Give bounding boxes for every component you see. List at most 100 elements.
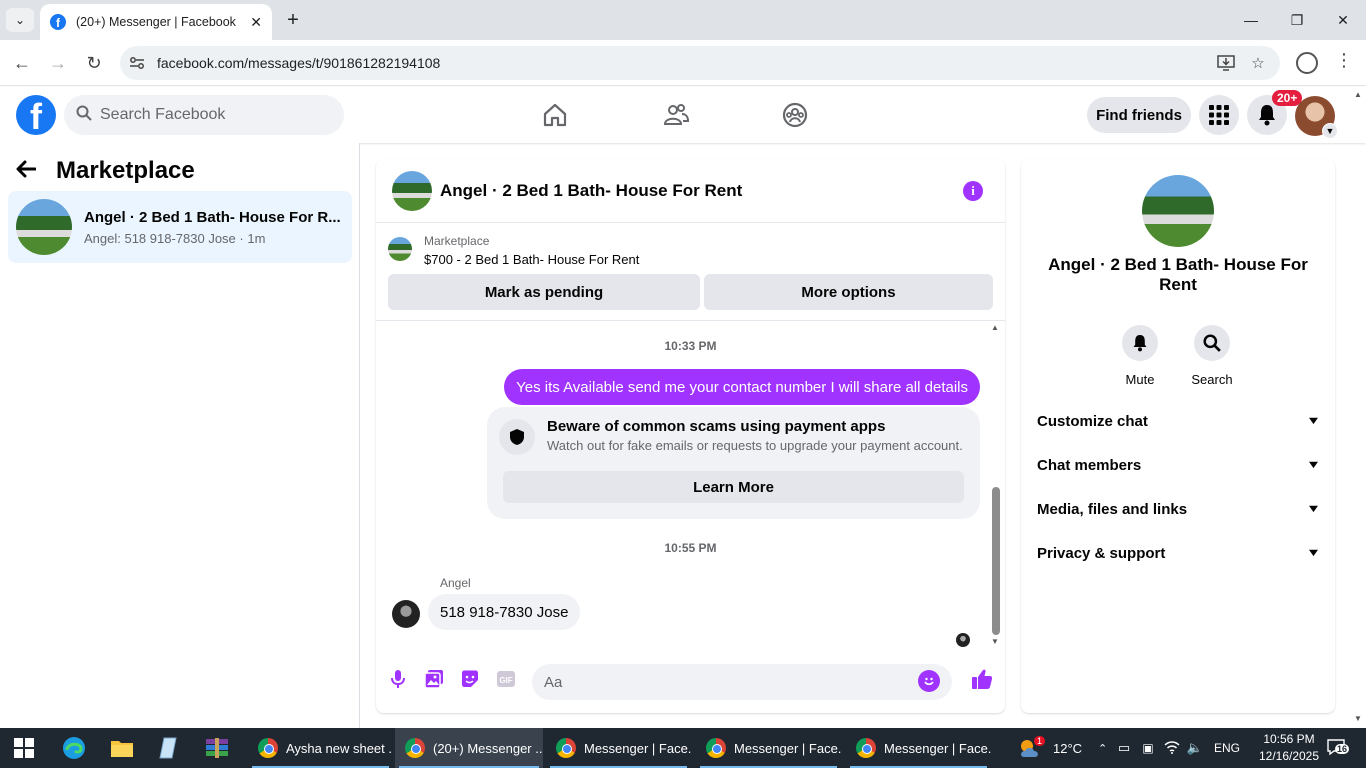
chevron-down-icon[interactable]: ▼ — [1322, 123, 1338, 139]
facebook-logo-icon[interactable]: f — [16, 95, 56, 135]
learn-more-button[interactable]: Learn More — [503, 471, 964, 503]
new-tab-button[interactable]: + — [282, 8, 304, 32]
conversation-list-item[interactable]: Angel · 2 Bed 1 Bath- House For R... Ang… — [8, 191, 352, 263]
notepad-app-icon[interactable] — [155, 734, 183, 762]
friends-icon[interactable] — [662, 101, 690, 129]
tab-close-icon[interactable]: ✕ — [250, 14, 262, 31]
windows-start-icon[interactable] — [14, 738, 34, 758]
facebook-search[interactable] — [64, 95, 344, 135]
media-files-links-section[interactable]: Media, files and links ▼ — [1037, 497, 1321, 521]
reload-button[interactable]: ↻ — [82, 51, 106, 75]
chat-title[interactable]: Angel · 2 Bed 1 Bath- House For Rent — [440, 181, 742, 201]
thumbs-up-icon[interactable] — [970, 667, 994, 691]
taskbar-app-chrome-5[interactable]: Messenger | Face... — [846, 728, 991, 768]
wifi-icon[interactable] — [1160, 740, 1184, 757]
emoji-icon[interactable] — [918, 670, 940, 692]
chevron-down-icon: ▼ — [1305, 459, 1322, 471]
details-name: Angel · 2 Bed 1 Bath- House For Rent — [1048, 255, 1308, 294]
minimize-button[interactable]: — — [1236, 8, 1266, 32]
scroll-down-arrow[interactable]: ▼ — [990, 637, 1000, 646]
address-bar[interactable]: facebook.com/messages/t/901861282194108 … — [120, 46, 1280, 80]
site-settings-icon[interactable] — [128, 54, 146, 72]
page-scroll-up-arrow[interactable]: ▲ — [1354, 90, 1362, 99]
taskbar-clock[interactable]: 10:56 PM 12/16/2025 — [1254, 731, 1324, 765]
incoming-message[interactable]: 518 918-7830 Jose — [428, 594, 581, 630]
meet-now-icon[interactable]: ▣ — [1136, 741, 1160, 755]
more-options-button[interactable]: More options — [704, 274, 993, 310]
warning-title: Beware of common scams using payment app… — [547, 418, 886, 435]
chat-header: Angel · 2 Bed 1 Bath- House For Rent i — [376, 159, 1005, 223]
clock-time: 10:56 PM — [1263, 732, 1315, 746]
marketplace-inbox-panel: Marketplace Angel · 2 Bed 1 Bath- House … — [0, 143, 360, 728]
account-avatar[interactable]: ▼ — [1295, 96, 1338, 139]
tab-search-button[interactable]: ⌄ — [6, 8, 34, 32]
file-explorer-icon[interactable] — [108, 734, 136, 762]
chat-avatar[interactable] — [392, 170, 432, 211]
chrome-icon — [405, 738, 425, 758]
taskbar-app-chrome-3[interactable]: Messenger | Face... — [546, 728, 691, 768]
facebook-search-input[interactable] — [100, 106, 320, 124]
back-arrow-icon[interactable] — [16, 158, 46, 184]
microphone-icon[interactable] — [386, 667, 410, 691]
weather-widget[interactable]: 1 12°C — [1018, 728, 1082, 768]
chat-panel: Angel · 2 Bed 1 Bath- House For Rent i M… — [376, 159, 1005, 713]
home-icon[interactable] — [541, 101, 569, 129]
groups-icon[interactable] — [781, 101, 809, 129]
warning-text: Watch out for fake emails or requests to… — [547, 438, 963, 453]
install-app-icon[interactable] — [1216, 54, 1236, 72]
chrome-icon — [258, 738, 278, 758]
taskbar-app-chrome-4[interactable]: Messenger | Face... — [696, 728, 841, 768]
privacy-support-section[interactable]: Privacy & support ▼ — [1037, 541, 1321, 565]
chat-members-section[interactable]: Chat members ▼ — [1037, 453, 1322, 477]
winrar-icon[interactable] — [203, 734, 231, 762]
gif-icon[interactable]: GIF — [494, 667, 518, 691]
mute-button[interactable]: Mute — [1110, 325, 1170, 387]
shield-icon — [499, 419, 535, 455]
chevron-down-icon: ▼ — [1305, 415, 1322, 427]
weather-badge: 1 — [1034, 736, 1046, 746]
language-indicator[interactable]: ENG — [1214, 741, 1240, 755]
notification-center-icon[interactable]: 16 — [1326, 738, 1350, 758]
scroll-up-arrow[interactable]: ▲ — [990, 323, 1000, 332]
page-scroll-down-arrow[interactable]: ▼ — [1354, 714, 1362, 723]
taskbar-app-chrome-2[interactable]: (20+) Messenger ... — [395, 728, 543, 768]
listing-title[interactable]: $700 - 2 Bed 1 Bath- House For Rent — [424, 252, 639, 267]
listing-thumbnail — [16, 199, 72, 255]
chrome-icon — [856, 738, 876, 758]
browser-menu-icon[interactable]: ⋮ — [1334, 50, 1354, 74]
forward-button[interactable]: → — [46, 51, 70, 75]
menu-grid-button[interactable] — [1199, 95, 1239, 135]
bell-icon — [1259, 105, 1275, 126]
sender-avatar[interactable] — [392, 600, 420, 628]
browser-tab-active[interactable]: f (20+) Messenger | Facebook ✕ — [40, 4, 272, 40]
svg-text:GIF: GIF — [499, 676, 512, 685]
taskbar-app-chrome-1[interactable]: Aysha new sheet ... — [248, 728, 393, 768]
volume-icon[interactable]: 🔈 — [1184, 740, 1206, 756]
edge-browser-icon[interactable] — [60, 734, 88, 762]
outgoing-message[interactable]: Yes its Available send me your contact n… — [504, 369, 980, 405]
message-input[interactable] — [544, 673, 904, 691]
battery-icon[interactable]: ▭ — [1112, 740, 1136, 756]
photo-icon[interactable] — [422, 667, 446, 691]
customize-chat-section[interactable]: Customize chat ▼ — [1037, 409, 1322, 433]
browser-tab-strip: ⌄ f (20+) Messenger | Facebook ✕ + — ❐ ✕ — [0, 0, 1366, 40]
seen-receipt-avatar — [956, 633, 970, 647]
url-text[interactable]: facebook.com/messages/t/901861282194108 — [157, 55, 440, 71]
mark-as-pending-button[interactable]: Mark as pending — [388, 274, 700, 310]
tray-chevron-up-icon[interactable]: ⌃ — [1098, 742, 1112, 755]
details-avatar[interactable] — [1142, 175, 1214, 247]
message-input-box[interactable] — [532, 664, 952, 700]
info-icon[interactable]: i — [963, 181, 983, 201]
close-window-button[interactable]: ✕ — [1328, 8, 1358, 32]
back-button[interactable]: ← — [10, 51, 34, 75]
bookmark-star-icon[interactable]: ☆ — [1248, 54, 1268, 72]
sticker-icon[interactable] — [458, 667, 482, 691]
browser-profile-icon[interactable] — [1296, 52, 1318, 74]
search-in-chat-button[interactable]: Search — [1182, 325, 1242, 387]
temperature: 12°C — [1053, 740, 1083, 756]
system-tray[interactable]: ⌃ ▭ ▣ 🔈 ENG — [1098, 728, 1240, 768]
chat-scrollbar-thumb[interactable] — [992, 487, 1000, 635]
find-friends-button[interactable]: Find friends — [1087, 97, 1191, 133]
restore-button[interactable]: ❐ — [1282, 8, 1312, 32]
timestamp-divider: 10:55 PM — [664, 541, 717, 555]
